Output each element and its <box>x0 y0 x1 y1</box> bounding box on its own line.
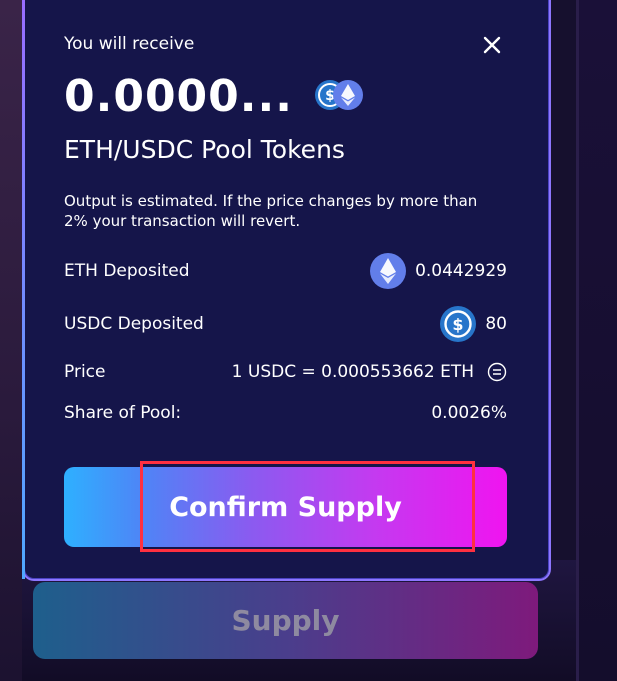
receive-amount: 0.0000... <box>64 71 293 122</box>
eth-icon <box>370 253 407 289</box>
price-label: Price <box>64 362 106 382</box>
share-of-pool-value: 0.0026% <box>431 403 507 423</box>
equal-icon[interactable] <box>487 362 507 382</box>
estimate-notice: Output is estimated. If the price change… <box>64 192 478 230</box>
usdc-icon: $ <box>440 306 477 342</box>
receive-label: You will receive <box>64 34 195 54</box>
eth-deposited-value: 0.0442929 <box>415 261 507 281</box>
price-row: Price 1 USDC = 0.000553662 ETH <box>64 354 507 390</box>
svg-text:$: $ <box>453 315 464 334</box>
share-of-pool-label: Share of Pool: <box>64 403 182 423</box>
usdc-deposited-label: USDC Deposited <box>64 314 204 334</box>
price-value: 1 USDC = 0.000553662 ETH <box>231 362 474 382</box>
share-of-pool-row: Share of Pool: 0.0026% <box>64 395 507 431</box>
eth-deposited-label: ETH Deposited <box>64 261 190 281</box>
token-pair-icon: $ <box>315 80 363 110</box>
background-left-panel <box>0 0 22 681</box>
background-divider <box>576 0 579 681</box>
usdc-deposited-value: 80 <box>485 314 507 334</box>
confirm-supply-button[interactable]: Confirm Supply <box>64 467 507 547</box>
usdc-deposited-row: USDC Deposited $ 80 <box>64 306 507 342</box>
background-right-panel <box>576 0 617 681</box>
eth-deposited-row: ETH Deposited 0.0442929 <box>64 253 507 289</box>
pool-tokens-label: ETH/USDC Pool Tokens <box>64 135 345 164</box>
close-icon[interactable] <box>479 32 505 58</box>
